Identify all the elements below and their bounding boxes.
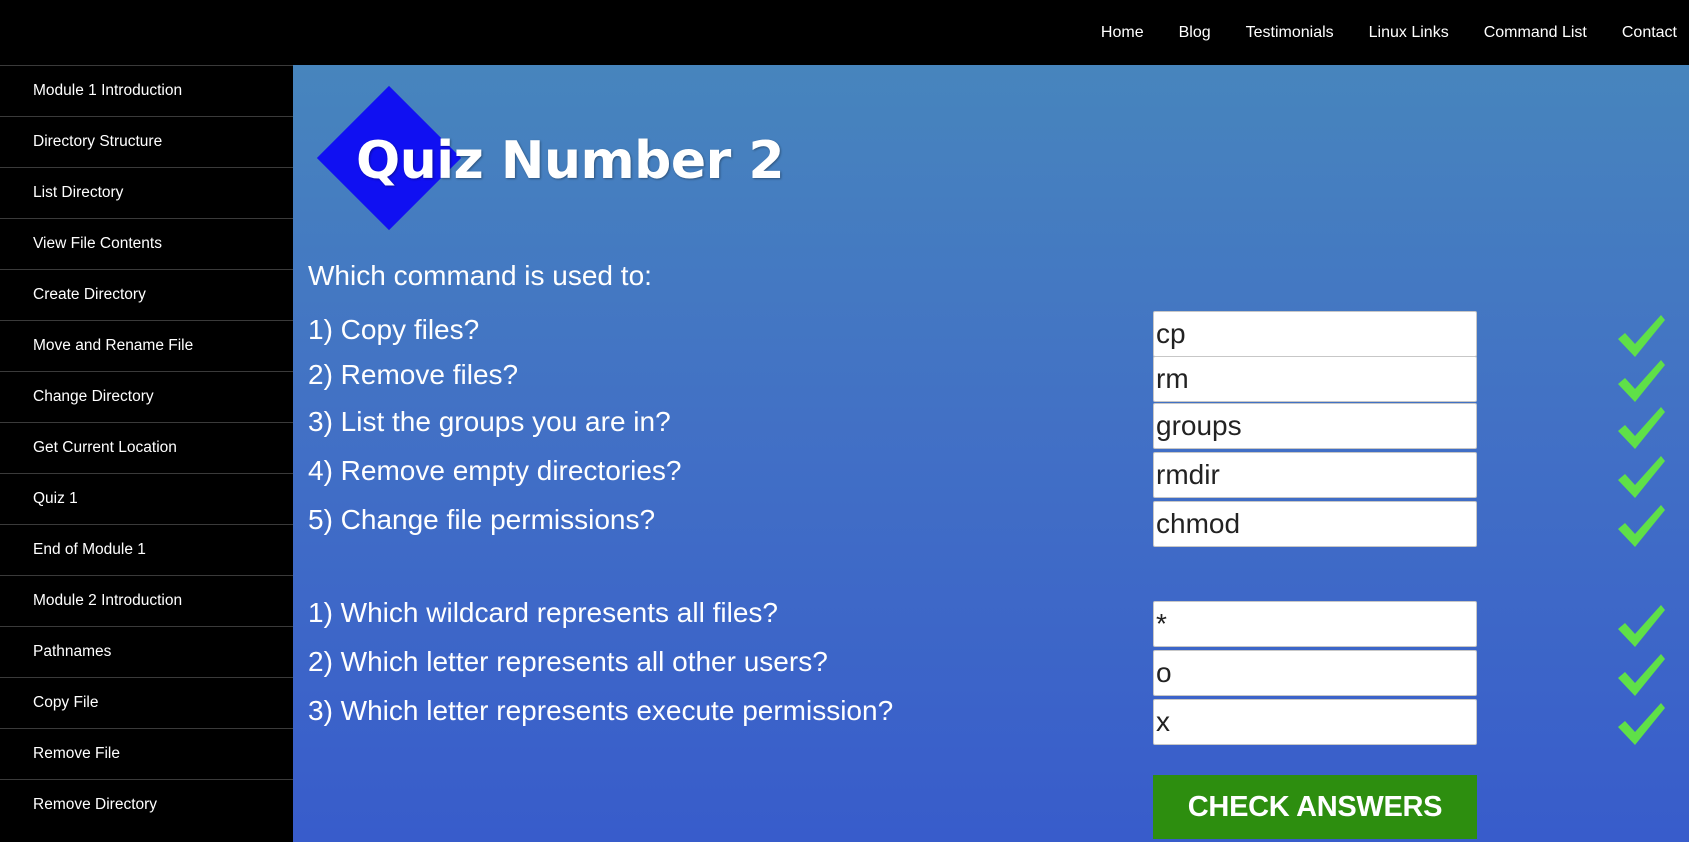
answer-input[interactable] xyxy=(1153,356,1477,402)
question-label: 4) Remove empty directories? xyxy=(308,455,682,486)
checkmark-icon xyxy=(1618,456,1665,498)
question-label: 3) Which letter represents execute permi… xyxy=(308,695,894,726)
sidebar-item-quiz-1[interactable]: Quiz 1 xyxy=(0,473,293,524)
sidebar-item-end-of-module-1[interactable]: End of Module 1 xyxy=(0,524,293,575)
answer-input[interactable] xyxy=(1153,699,1477,745)
sidebar-item-change-directory[interactable]: Change Directory xyxy=(0,371,293,422)
quiz-main: Quiz Number 2 Which command is used to: … xyxy=(293,65,1689,842)
question-label: 2) Remove files? xyxy=(308,359,519,390)
question-label: 2) Which letter represents all other use… xyxy=(308,646,828,677)
checkmark-icon xyxy=(1618,605,1665,647)
checkmark-icon xyxy=(1618,407,1665,449)
answer-input[interactable] xyxy=(1153,403,1477,449)
checkmark-icon xyxy=(1618,505,1665,547)
checkmark-icon xyxy=(1618,360,1665,402)
sidebar-item-module-1-introduction[interactable]: Module 1 Introduction xyxy=(0,65,293,116)
nav-link-command-list[interactable]: Command List xyxy=(1484,24,1587,42)
answer-input[interactable] xyxy=(1153,650,1477,696)
checkmark-icon xyxy=(1618,654,1665,696)
sidebar-item-create-directory[interactable]: Create Directory xyxy=(0,269,293,320)
sidebar-item-remove-directory[interactable]: Remove Directory xyxy=(0,779,293,830)
sidebar-item-remove-file[interactable]: Remove File xyxy=(0,728,293,779)
sidebar-item-view-file-contents[interactable]: View File Contents xyxy=(0,218,293,269)
nav-link-home[interactable]: Home xyxy=(1101,24,1144,42)
sidebar-item-pathnames[interactable]: Pathnames xyxy=(0,626,293,677)
sidebar-item-list-directory[interactable]: List Directory xyxy=(0,167,293,218)
page-title: Quiz Number 2 xyxy=(356,131,785,191)
sidebar-item-module-2-introduction[interactable]: Module 2 Introduction xyxy=(0,575,293,626)
quiz-intro: Which command is used to: xyxy=(308,260,652,291)
answer-input[interactable] xyxy=(1153,452,1477,498)
answer-input[interactable] xyxy=(1153,501,1477,547)
question-label: 1) Which wildcard represents all files? xyxy=(308,597,778,628)
sidebar-item-directory-structure[interactable]: Directory Structure xyxy=(0,116,293,167)
checkmark-icon xyxy=(1618,315,1665,357)
answer-input[interactable] xyxy=(1153,311,1477,357)
top-bar: Home Blog Testimonials Linux Links Comma… xyxy=(0,0,1689,65)
question-label: 3) List the groups you are in? xyxy=(308,406,671,437)
nav-link-linux-links[interactable]: Linux Links xyxy=(1369,24,1449,42)
top-nav: Home Blog Testimonials Linux Links Comma… xyxy=(1101,0,1689,65)
sidebar: Module 1 Introduction Directory Structur… xyxy=(0,65,293,842)
quiz-logo: Quiz Number 2 xyxy=(308,77,785,231)
question-label: 5) Change file permissions? xyxy=(308,504,656,535)
nav-link-contact[interactable]: Contact xyxy=(1622,24,1677,42)
sidebar-item-move-and-rename-file[interactable]: Move and Rename File xyxy=(0,320,293,371)
nav-link-blog[interactable]: Blog xyxy=(1179,24,1211,42)
check-answers-button[interactable]: CHECK ANSWERS xyxy=(1153,775,1477,839)
sidebar-item-copy-file[interactable]: Copy File xyxy=(0,677,293,728)
answer-input[interactable] xyxy=(1153,601,1477,647)
nav-link-testimonials[interactable]: Testimonials xyxy=(1246,24,1334,42)
checkmark-icon xyxy=(1618,703,1665,745)
question-label: 1) Copy files? xyxy=(308,314,480,345)
sidebar-item-get-current-location[interactable]: Get Current Location xyxy=(0,422,293,473)
